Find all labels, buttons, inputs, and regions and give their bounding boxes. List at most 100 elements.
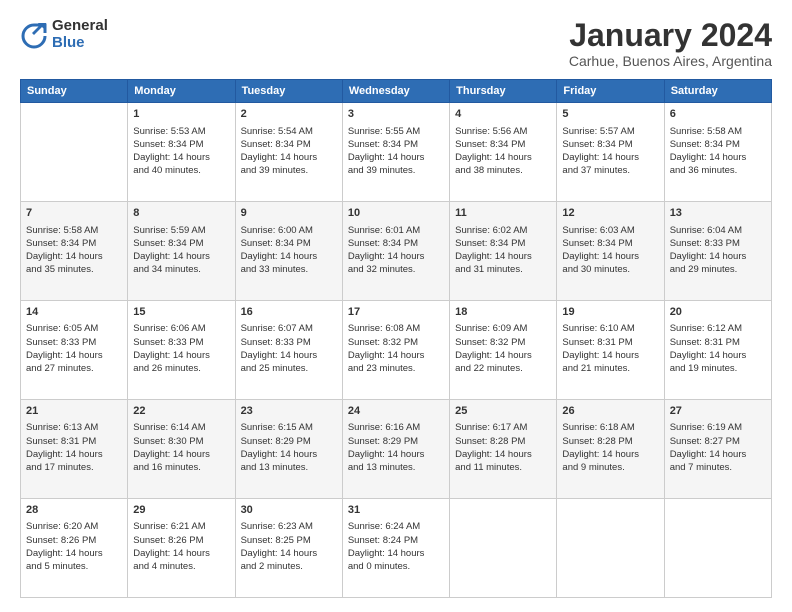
calendar-week-2: 7 Sunrise: 5:58 AMSunset: 8:34 PMDaylight… [21, 202, 772, 301]
table-row [557, 499, 664, 598]
table-row: 7 Sunrise: 5:58 AMSunset: 8:34 PMDaylight… [21, 202, 128, 301]
day-info: Sunrise: 6:13 AMSunset: 8:31 PMDaylight:… [26, 421, 122, 474]
col-sunday: Sunday [21, 80, 128, 103]
table-row: 29Sunrise: 6:21 AMSunset: 8:26 PMDayligh… [128, 499, 235, 598]
day-number: 16 [241, 305, 337, 320]
day-number: 17 [348, 305, 444, 320]
logo-icon [20, 21, 48, 49]
table-row [664, 499, 771, 598]
day-info: Sunrise: 5:57 AMSunset: 8:34 PMDaylight:… [562, 125, 658, 178]
calendar-subtitle: Carhue, Buenos Aires, Argentina [569, 53, 772, 69]
day-info: Sunrise: 6:04 AMSunset: 8:33 PMDaylight:… [670, 224, 766, 277]
table-row: 19Sunrise: 6:10 AMSunset: 8:31 PMDayligh… [557, 301, 664, 400]
day-info: Sunrise: 6:23 AMSunset: 8:25 PMDaylight:… [241, 520, 337, 573]
table-row: 22 Sunrise: 6:14 AMSunset: 8:30 PMDayligh… [128, 400, 235, 499]
table-row: 8 Sunrise: 5:59 AMSunset: 8:34 PMDaylight… [128, 202, 235, 301]
day-number: 9 [241, 206, 337, 221]
day-number: 8 [133, 206, 229, 221]
day-info: Sunrise: 6:17 AMSunset: 8:28 PMDaylight:… [455, 421, 551, 474]
calendar-week-4: 21 Sunrise: 6:13 AMSunset: 8:31 PMDayligh… [21, 400, 772, 499]
day-number: 7 [26, 206, 122, 221]
table-row [450, 499, 557, 598]
col-monday: Monday [128, 80, 235, 103]
day-number: 28 [26, 503, 122, 518]
title-block: January 2024 Carhue, Buenos Aires, Argen… [569, 18, 772, 69]
table-row: 3 Sunrise: 5:55 AMSunset: 8:34 PMDaylight… [342, 103, 449, 202]
day-info: Sunrise: 5:59 AMSunset: 8:34 PMDaylight:… [133, 224, 229, 277]
calendar-week-5: 28 Sunrise: 6:20 AMSunset: 8:26 PMDayligh… [21, 499, 772, 598]
calendar-week-1: 1Sunrise: 5:53 AMSunset: 8:34 PMDaylight… [21, 103, 772, 202]
day-info: Sunrise: 6:14 AMSunset: 8:30 PMDaylight:… [133, 421, 229, 474]
day-info: Sunrise: 5:58 AMSunset: 8:34 PMDaylight:… [26, 224, 122, 277]
table-row: 12Sunrise: 6:03 AMSunset: 8:34 PMDayligh… [557, 202, 664, 301]
table-row: 17 Sunrise: 6:08 AMSunset: 8:32 PMDayligh… [342, 301, 449, 400]
day-info: Sunrise: 6:01 AMSunset: 8:34 PMDaylight:… [348, 224, 444, 277]
day-number: 25 [455, 404, 551, 419]
col-friday: Friday [557, 80, 664, 103]
table-row: 13 Sunrise: 6:04 AMSunset: 8:33 PMDayligh… [664, 202, 771, 301]
col-thursday: Thursday [450, 80, 557, 103]
logo-general: General [52, 18, 108, 35]
day-number: 10 [348, 206, 444, 221]
day-info: Sunrise: 6:24 AMSunset: 8:24 PMDaylight:… [348, 520, 444, 573]
day-number: 22 [133, 404, 229, 419]
day-info: Sunrise: 5:54 AMSunset: 8:34 PMDaylight:… [241, 125, 337, 178]
logo-blue: Blue [52, 35, 108, 52]
day-number: 15 [133, 305, 229, 320]
table-row: 2 Sunrise: 5:54 AMSunset: 8:34 PMDaylight… [235, 103, 342, 202]
day-number: 27 [670, 404, 766, 419]
calendar-title: January 2024 [569, 18, 772, 53]
day-info: Sunrise: 6:07 AMSunset: 8:33 PMDaylight:… [241, 322, 337, 375]
day-info: Sunrise: 6:20 AMSunset: 8:26 PMDaylight:… [26, 520, 122, 573]
col-wednesday: Wednesday [342, 80, 449, 103]
day-number: 23 [241, 404, 337, 419]
table-row: 5 Sunrise: 5:57 AMSunset: 8:34 PMDaylight… [557, 103, 664, 202]
table-row: 23 Sunrise: 6:15 AMSunset: 8:29 PMDayligh… [235, 400, 342, 499]
table-row: 4 Sunrise: 5:56 AMSunset: 8:34 PMDaylight… [450, 103, 557, 202]
day-info: Sunrise: 5:58 AMSunset: 8:34 PMDaylight:… [670, 125, 766, 178]
table-row: 6Sunrise: 5:58 AMSunset: 8:34 PMDaylight… [664, 103, 771, 202]
day-number: 13 [670, 206, 766, 221]
logo-text: General Blue [52, 18, 108, 51]
calendar-table: Sunday Monday Tuesday Wednesday Thursday… [20, 79, 772, 598]
logo: General Blue [20, 18, 108, 51]
day-number: 11 [455, 206, 551, 221]
table-row: 15 Sunrise: 6:06 AMSunset: 8:33 PMDayligh… [128, 301, 235, 400]
day-number: 3 [348, 107, 444, 122]
header: General Blue January 2024 Carhue, Buenos… [20, 18, 772, 69]
day-info: Sunrise: 6:06 AMSunset: 8:33 PMDaylight:… [133, 322, 229, 375]
table-row: 11 Sunrise: 6:02 AMSunset: 8:34 PMDayligh… [450, 202, 557, 301]
day-number: 4 [455, 107, 551, 122]
table-row: 18Sunrise: 6:09 AMSunset: 8:32 PMDayligh… [450, 301, 557, 400]
day-number: 14 [26, 305, 122, 320]
table-row: 20 Sunrise: 6:12 AMSunset: 8:31 PMDayligh… [664, 301, 771, 400]
table-row: 27Sunrise: 6:19 AMSunset: 8:27 PMDayligh… [664, 400, 771, 499]
day-info: Sunrise: 6:08 AMSunset: 8:32 PMDaylight:… [348, 322, 444, 375]
day-info: Sunrise: 6:00 AMSunset: 8:34 PMDaylight:… [241, 224, 337, 277]
table-row: 16 Sunrise: 6:07 AMSunset: 8:33 PMDayligh… [235, 301, 342, 400]
day-number: 2 [241, 107, 337, 122]
table-row: 9 Sunrise: 6:00 AMSunset: 8:34 PMDaylight… [235, 202, 342, 301]
day-number: 21 [26, 404, 122, 419]
table-row: 10 Sunrise: 6:01 AMSunset: 8:34 PMDayligh… [342, 202, 449, 301]
day-number: 26 [562, 404, 658, 419]
day-info: Sunrise: 5:56 AMSunset: 8:34 PMDaylight:… [455, 125, 551, 178]
day-info: Sunrise: 5:53 AMSunset: 8:34 PMDaylight:… [133, 125, 229, 178]
day-info: Sunrise: 6:10 AMSunset: 8:31 PMDaylight:… [562, 322, 658, 375]
table-row: 25 Sunrise: 6:17 AMSunset: 8:28 PMDayligh… [450, 400, 557, 499]
page: General Blue January 2024 Carhue, Buenos… [0, 0, 792, 612]
day-number: 31 [348, 503, 444, 518]
table-row: 1Sunrise: 5:53 AMSunset: 8:34 PMDaylight… [128, 103, 235, 202]
day-number: 20 [670, 305, 766, 320]
day-info: Sunrise: 5:55 AMSunset: 8:34 PMDaylight:… [348, 125, 444, 178]
table-row: 28 Sunrise: 6:20 AMSunset: 8:26 PMDayligh… [21, 499, 128, 598]
day-info: Sunrise: 6:18 AMSunset: 8:28 PMDaylight:… [562, 421, 658, 474]
day-info: Sunrise: 6:05 AMSunset: 8:33 PMDaylight:… [26, 322, 122, 375]
day-number: 5 [562, 107, 658, 122]
day-info: Sunrise: 6:02 AMSunset: 8:34 PMDaylight:… [455, 224, 551, 277]
col-tuesday: Tuesday [235, 80, 342, 103]
day-number: 18 [455, 305, 551, 320]
table-row: 21 Sunrise: 6:13 AMSunset: 8:31 PMDayligh… [21, 400, 128, 499]
day-info: Sunrise: 6:12 AMSunset: 8:31 PMDaylight:… [670, 322, 766, 375]
day-info: Sunrise: 6:15 AMSunset: 8:29 PMDaylight:… [241, 421, 337, 474]
